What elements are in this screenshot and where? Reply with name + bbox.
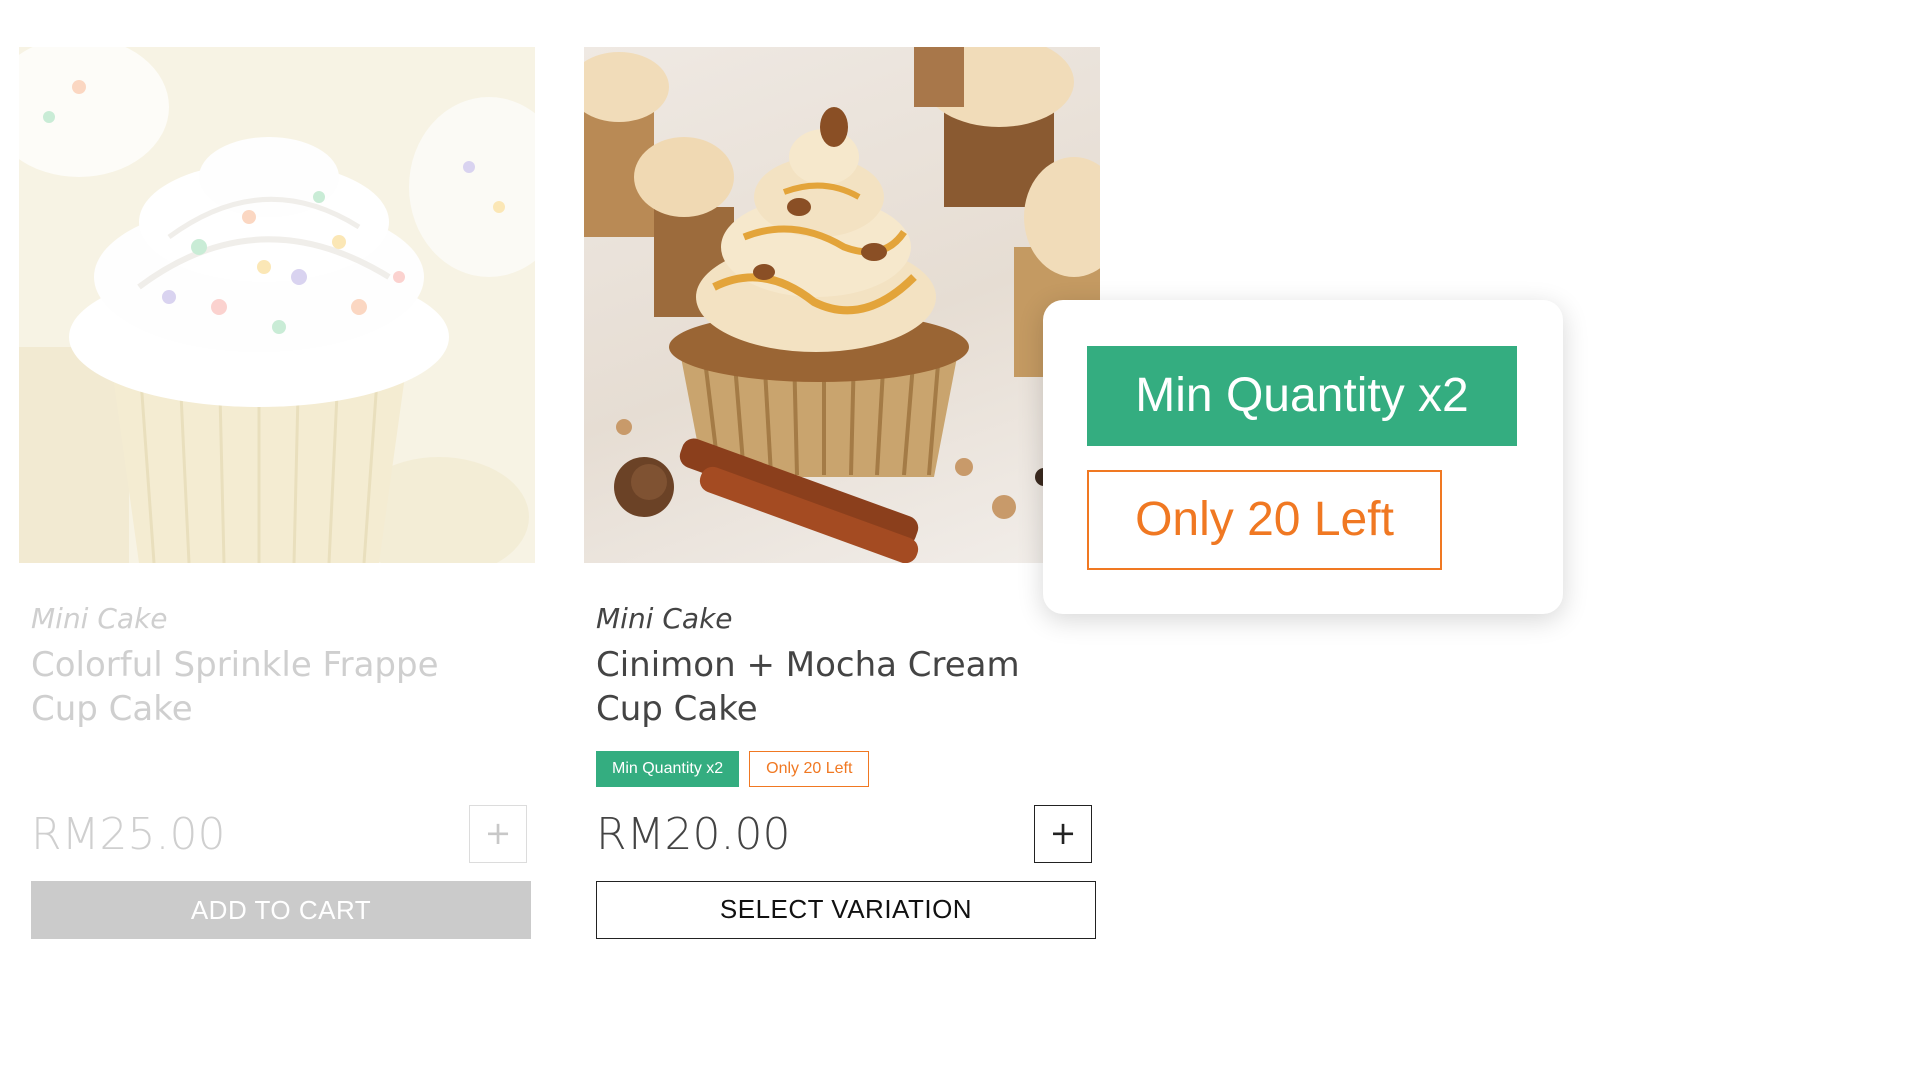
vanilla-cupcake-illustration [19,47,535,563]
badge-row: Min Quantity x2 Only 20 Left [596,749,1104,789]
product-category: Mini Cake [596,602,733,635]
add-to-cart-button[interactable]: ADD TO CART [31,881,531,939]
product-image-cinnamon-mocha-cupcake[interactable] [584,47,1100,563]
quick-add-plus-button[interactable]: + [469,805,527,863]
stock-left-badge-zoomed: Only 20 Left [1087,470,1442,570]
product-price: RM20.00 [596,809,791,860]
min-quantity-badge-zoomed: Min Quantity x2 [1087,346,1517,446]
badge-row-empty [31,749,539,789]
product-title-line-2: Cup Cake [31,689,193,729]
product-title[interactable]: Colorful Sprinkle Frappe Cup Cake [31,643,471,731]
select-variation-button[interactable]: SELECT VARIATION [596,881,1096,939]
product-title-line-1: Cinimon + Mocha Cream [596,645,1020,685]
product-card-cinnamon-mocha-cupcake: Mini Cake Cinimon + Mocha Cream Cup Cake… [584,47,1104,939]
product-title-line-2: Cup Cake [596,689,758,729]
product-grid: Mini Cake Colorful Sprinkle Frappe Cup C… [0,0,1920,1080]
product-price: RM25.00 [31,809,226,860]
quick-add-plus-button[interactable]: + [1034,805,1092,863]
product-card-sprinkle-cupcake: Mini Cake Colorful Sprinkle Frappe Cup C… [19,47,539,939]
product-title[interactable]: Cinimon + Mocha Cream Cup Cake [596,643,1036,731]
product-image-sprinkle-cupcake[interactable] [19,47,535,563]
cinnamon-cupcake-illustration [584,47,1100,563]
price-row: RM25.00 + [31,805,539,865]
price-row: RM20.00 + [596,805,1104,865]
min-quantity-badge: Min Quantity x2 [596,751,740,787]
badge-zoom-callout: Min Quantity x2 Only 20 Left [1043,300,1563,614]
product-title-line-1: Colorful Sprinkle Frappe [31,645,439,685]
stock-left-badge: Only 20 Left [749,751,870,787]
product-category: Mini Cake [31,602,168,635]
